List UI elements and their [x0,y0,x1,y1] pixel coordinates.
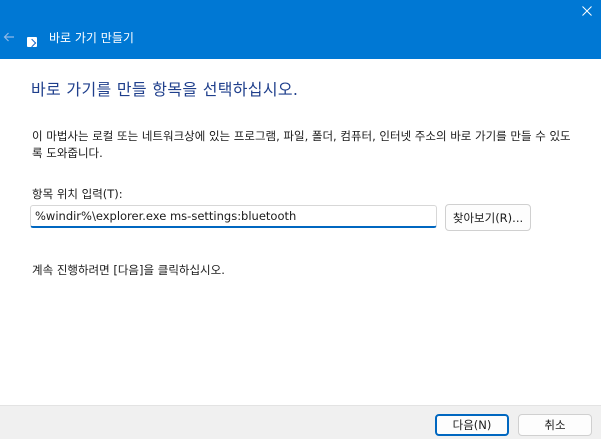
back-arrow-icon [3,32,14,42]
next-button[interactable]: 다음(N) [435,414,509,436]
close-icon [582,6,592,16]
page-heading: 바로 가기를 만들 항목을 선택하십시오. [31,80,299,99]
back-button[interactable] [0,26,18,48]
browse-button[interactable]: 찾아보기(R)... [445,204,531,231]
close-button[interactable] [573,0,601,22]
continue-instruction: 계속 진행하려면 [다음]을 클릭하십시오. [32,263,225,277]
wizard-description: 이 마법사는 로컬 또는 네트워크상에 있는 프로그램, 파일, 폴더, 컴퓨터… [32,129,571,160]
title-bar: 바로 가기 만들기 [0,0,601,59]
location-label: 항목 위치 입력(T): [32,187,123,201]
button-bar [0,405,601,439]
window-title: 바로 가기 만들기 [49,31,134,45]
location-input[interactable] [30,205,437,228]
create-shortcut-dialog: 바로 가기 만들기 바로 가기를 만들 항목을 선택하십시오. 이 마법사는 로… [0,0,601,439]
shortcut-icon [27,37,37,47]
cancel-button[interactable]: 취소 [518,414,592,436]
